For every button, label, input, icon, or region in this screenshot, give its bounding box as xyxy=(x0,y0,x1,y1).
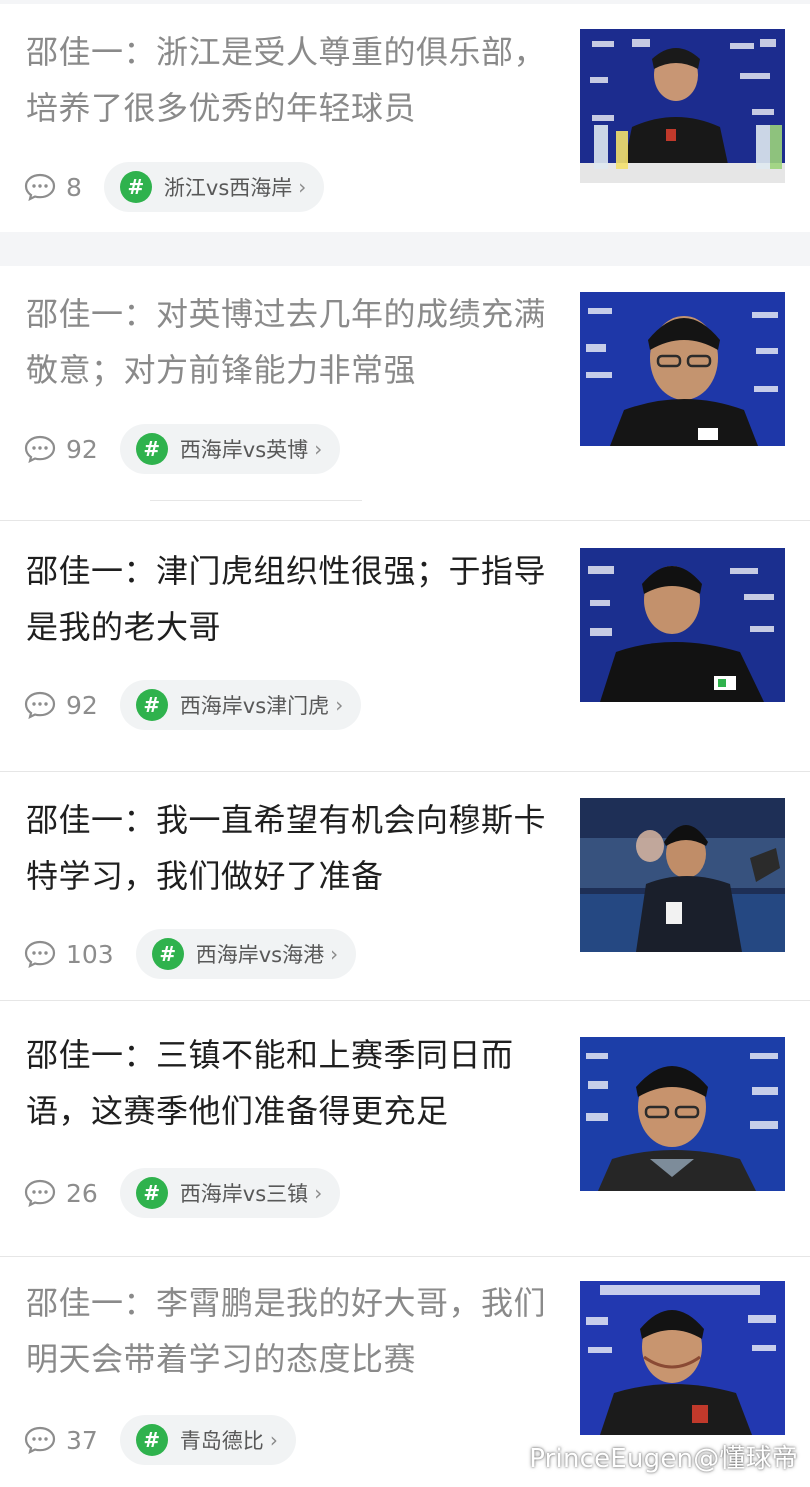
topic-tag-label: 浙江vs西海岸 xyxy=(163,176,293,200)
news-meta: 92 # 西海岸vs英博 › xyxy=(24,424,341,474)
comment-count[interactable]: 92 xyxy=(24,691,98,720)
hashtag-icon: # xyxy=(151,938,184,970)
news-thumbnail[interactable] xyxy=(580,292,785,446)
chevron-right-icon: › xyxy=(330,942,339,966)
comment-count[interactable]: 92 xyxy=(24,435,98,464)
news-card[interactable]: 邵佳一：我一直希望有机会向穆斯卡特学习，我们做好了准备 103 # 西海岸vs海… xyxy=(0,772,810,1000)
press-conference-image xyxy=(580,1281,785,1435)
news-title[interactable]: 邵佳一：浙江是受人尊重的俱乐部，培养了很多优秀的年轻球员 xyxy=(26,24,561,136)
sideline-image xyxy=(580,798,785,952)
news-title[interactable]: 邵佳一：对英博过去几年的成绩充满敬意；对方前锋能力非常强 xyxy=(26,286,561,398)
card-separator xyxy=(0,232,810,266)
comment-bubble-icon xyxy=(24,173,56,201)
hashtag-icon: # xyxy=(119,171,152,203)
news-meta: 37 # 青岛德比 › xyxy=(24,1415,296,1465)
news-feed: 邵佳一：浙江是受人尊重的俱乐部，培养了很多优秀的年轻球员 8 # 浙江vs西海岸… xyxy=(0,0,810,1487)
topic-tag[interactable]: # 西海岸vs海港 › xyxy=(135,929,357,979)
news-title[interactable]: 邵佳一：我一直希望有机会向穆斯卡特学习，我们做好了准备 xyxy=(26,792,561,904)
comment-count[interactable]: 26 xyxy=(24,1179,98,1208)
chevron-right-icon: › xyxy=(335,693,344,717)
comment-count-label: 26 xyxy=(66,1178,98,1208)
news-title[interactable]: 邵佳一：津门虎组织性很强；于指导是我的老大哥 xyxy=(26,543,561,655)
news-thumbnail[interactable] xyxy=(580,548,785,702)
topic-tag[interactable]: # 青岛德比 › xyxy=(119,1415,296,1465)
news-meta: 8 # 浙江vs西海岸 › xyxy=(24,162,325,212)
comment-bubble-icon xyxy=(24,435,56,463)
chevron-right-icon: › xyxy=(314,1181,323,1205)
hashtag-icon: # xyxy=(135,1424,168,1456)
comment-count[interactable]: 103 xyxy=(24,940,114,969)
comment-bubble-icon xyxy=(24,1179,56,1207)
hashtag-icon: # xyxy=(135,433,168,465)
chevron-right-icon: › xyxy=(314,437,323,461)
topic-tag-label: 西海岸vs三镇 xyxy=(179,1182,309,1206)
interview-image xyxy=(580,292,785,446)
topic-tag-label: 青岛德比 xyxy=(179,1429,264,1453)
divider xyxy=(150,500,362,501)
news-thumbnail[interactable] xyxy=(580,798,785,952)
topic-tag-label: 西海岸vs海港 xyxy=(195,943,325,967)
news-thumbnail[interactable] xyxy=(580,29,785,183)
comment-count-label: 103 xyxy=(66,939,114,969)
chevron-right-icon: › xyxy=(269,1428,278,1452)
topic-tag[interactable]: # 西海岸vs三镇 › xyxy=(119,1168,341,1218)
comment-count-label: 92 xyxy=(66,690,98,720)
news-meta: 103 # 西海岸vs海港 › xyxy=(24,929,357,979)
interview-image xyxy=(580,1037,785,1191)
news-title[interactable]: 邵佳一：三镇不能和上赛季同日而语，这赛季他们准备得更充足 xyxy=(26,1027,561,1139)
chevron-right-icon: › xyxy=(298,175,307,199)
news-thumbnail[interactable] xyxy=(580,1281,785,1435)
news-card[interactable]: 邵佳一：津门虎组织性很强；于指导是我的老大哥 92 # 西海岸vs津门虎 › xyxy=(0,521,810,771)
comment-bubble-icon xyxy=(24,691,56,719)
topic-tag[interactable]: # 浙江vs西海岸 › xyxy=(103,162,325,212)
comment-count[interactable]: 37 xyxy=(24,1426,98,1455)
news-meta: 26 # 西海岸vs三镇 › xyxy=(24,1168,341,1218)
topic-tag[interactable]: # 西海岸vs津门虎 › xyxy=(119,680,362,730)
comment-count-label: 92 xyxy=(66,434,98,464)
news-card[interactable]: 邵佳一：三镇不能和上赛季同日而语，这赛季他们准备得更充足 26 # 西海岸vs三… xyxy=(0,1001,810,1256)
comment-count-label: 8 xyxy=(66,172,82,202)
press-conference-image xyxy=(580,29,785,183)
watermark: PrinceEugen@懂球帝 xyxy=(529,1444,798,1474)
comment-bubble-icon xyxy=(24,940,56,968)
news-meta: 92 # 西海岸vs津门虎 › xyxy=(24,680,362,730)
comment-count[interactable]: 8 xyxy=(24,173,82,202)
news-card[interactable]: 邵佳一：对英博过去几年的成绩充满敬意；对方前锋能力非常强 92 # 西海岸vs英… xyxy=(0,266,810,520)
hashtag-icon: # xyxy=(135,689,168,721)
topic-tag-label: 西海岸vs英博 xyxy=(179,438,309,462)
hashtag-icon: # xyxy=(135,1177,168,1209)
news-card[interactable]: 邵佳一：浙江是受人尊重的俱乐部，培养了很多优秀的年轻球员 8 # 浙江vs西海岸… xyxy=(0,4,810,232)
comment-count-label: 37 xyxy=(66,1425,98,1455)
comment-bubble-icon xyxy=(24,1426,56,1454)
topic-tag-label: 西海岸vs津门虎 xyxy=(179,694,330,718)
news-title[interactable]: 邵佳一：李霄鹏是我的好大哥，我们明天会带着学习的态度比赛 xyxy=(26,1275,561,1387)
interview-image xyxy=(580,548,785,702)
topic-tag[interactable]: # 西海岸vs英博 › xyxy=(119,424,341,474)
news-thumbnail[interactable] xyxy=(580,1037,785,1191)
